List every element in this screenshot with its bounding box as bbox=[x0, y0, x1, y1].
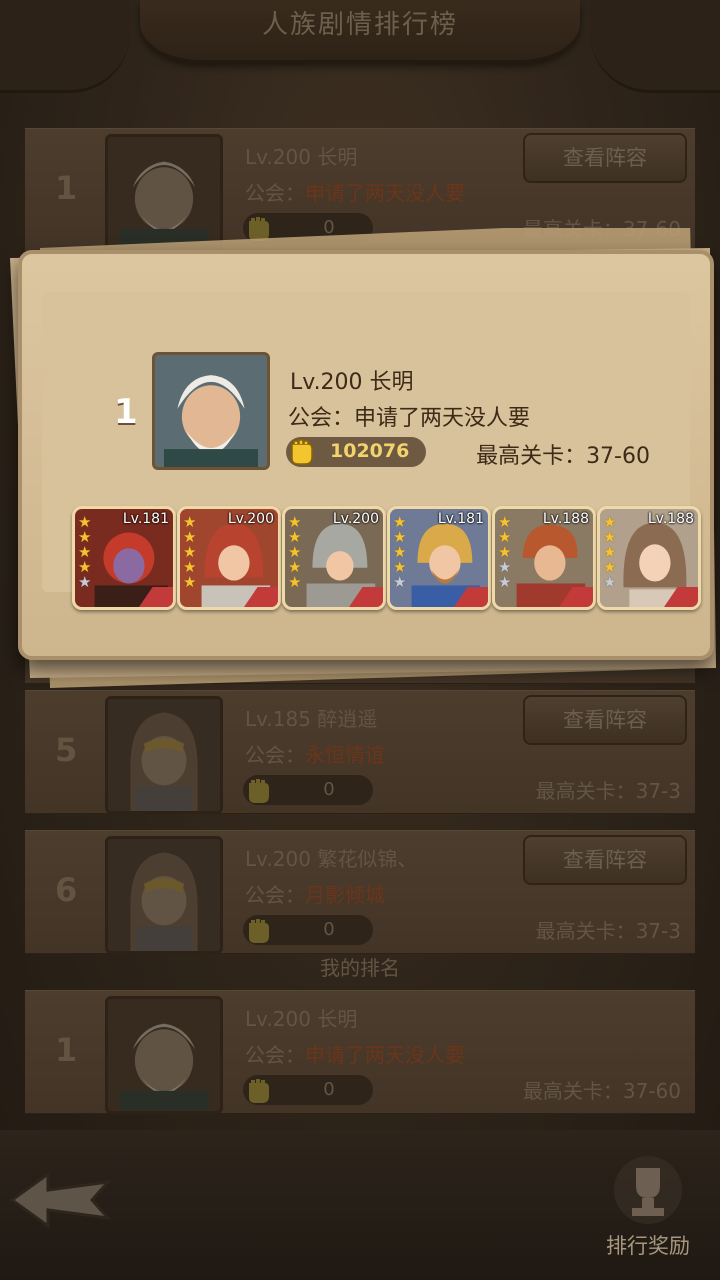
rank-reward-button[interactable]: 排行奖励 bbox=[588, 1150, 708, 1260]
hero-lineup: Lv.181 ★ ★ ★ ★ ★ Lv.200 ★ ★ ★ ★ ★ Lv.200 ★ ★ ★ ★ ★ L… bbox=[72, 506, 702, 610]
popup-rank-number: 1 bbox=[114, 392, 138, 432]
popup-player-name: Lv.200 长明 bbox=[290, 370, 414, 395]
star-rating: ★ ★ ★ ★ ★ bbox=[288, 513, 302, 591]
popup-highest-stage: 最高关卡：37-60 bbox=[476, 444, 650, 469]
back-arrow-icon bbox=[9, 1171, 112, 1229]
lineup-popup: 1 Lv.200 长明 公会：申请了两天没人要 102076 最高关卡：37-6… bbox=[18, 250, 714, 660]
star-rating: ★ ★ ★ ★ ★ bbox=[498, 513, 512, 591]
trophy-icon bbox=[614, 1156, 682, 1224]
fist-icon bbox=[291, 439, 313, 465]
hero-card[interactable]: Lv.200 ★ ★ ★ ★ ★ bbox=[177, 506, 281, 610]
popup-player-guild: 公会：申请了两天没人要 bbox=[288, 406, 531, 431]
hero-card[interactable]: Lv.181 ★ ★ ★ ★ ★ bbox=[387, 506, 491, 610]
popup-player-avatar bbox=[152, 352, 270, 470]
hero-card[interactable]: Lv.188 ★ ★ ★ ★ ★ bbox=[492, 506, 596, 610]
hero-card[interactable]: Lv.181 ★ ★ ★ ★ ★ bbox=[72, 506, 176, 610]
star-rating: ★ ★ ★ ★ ★ bbox=[603, 513, 617, 591]
star-rating: ★ ★ ★ ★ ★ bbox=[78, 513, 92, 591]
star-rating: ★ ★ ★ ★ ★ bbox=[183, 513, 197, 591]
popup-power-bar: 102076 bbox=[286, 437, 426, 467]
star-rating: ★ ★ ★ ★ ★ bbox=[393, 513, 407, 591]
popup-content: 1 Lv.200 长明 公会：申请了两天没人要 102076 最高关卡：37-6… bbox=[42, 292, 701, 610]
rank-reward-label: 排行奖励 bbox=[606, 1234, 690, 1258]
hero-card[interactable]: Lv.188 ★ ★ ★ ★ ★ bbox=[597, 506, 701, 610]
back-button[interactable] bbox=[8, 1160, 118, 1240]
hero-card[interactable]: Lv.200 ★ ★ ★ ★ ★ bbox=[282, 506, 386, 610]
